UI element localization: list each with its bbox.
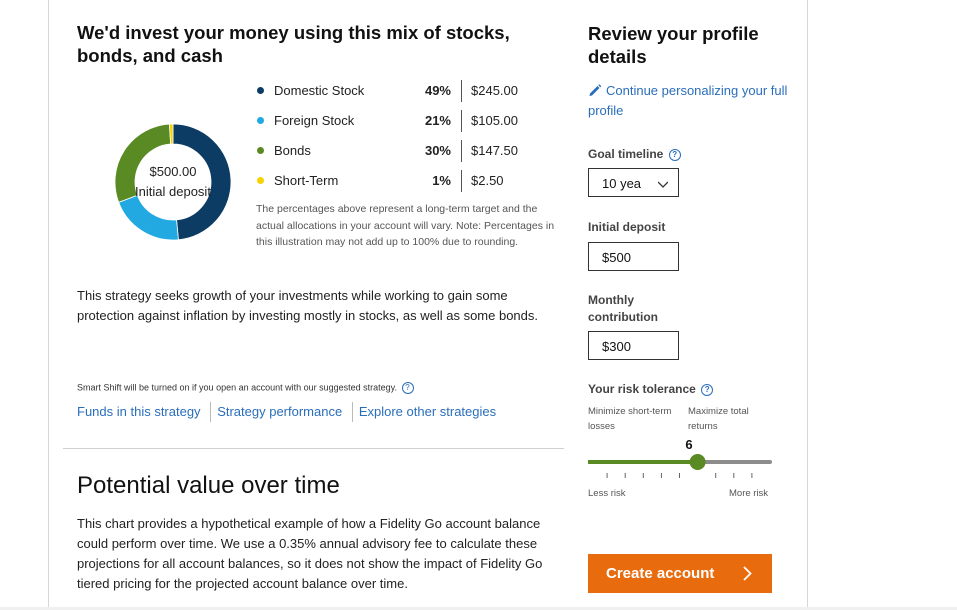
goal-timeline-label: Goal timeline ? xyxy=(588,146,681,163)
risk-min-label: Minimize short-term losses xyxy=(588,406,672,432)
less-risk-label: Less risk xyxy=(588,488,626,499)
potential-value-description: This chart provides a hypothetical examp… xyxy=(77,516,543,591)
risk-tolerance-label: Your risk tolerance ? xyxy=(588,381,714,398)
potential-value-title: Potential value over time xyxy=(77,472,340,499)
legend-row-bonds: Bonds 30% $147.50 xyxy=(255,140,575,170)
pencil-icon xyxy=(589,84,602,96)
risk-tolerance-text: Your risk tolerance xyxy=(588,382,696,396)
chevron-down-icon xyxy=(658,181,668,188)
smart-shift-text: Smart Shift will be turned on if you ope… xyxy=(77,382,398,393)
section-divider xyxy=(63,448,564,449)
monthly-contribution-label: Monthly contribution xyxy=(588,293,658,324)
strategy-performance-link[interactable]: Strategy performance xyxy=(210,402,348,422)
legend-row-domestic-stock: Domestic Stock 49% $245.00 xyxy=(255,80,575,110)
domestic-stock-dot xyxy=(257,87,264,94)
legend-amount: $105.00 xyxy=(471,113,518,128)
goal-timeline-select[interactable]: 10 yea xyxy=(588,168,679,197)
legend-amount: $2.50 xyxy=(471,173,504,188)
risk-value: 6 xyxy=(685,437,693,452)
funds-in-strategy-link[interactable]: Funds in this strategy xyxy=(77,402,207,422)
continue-personalizing-link[interactable]: Continue personalizing your full profile xyxy=(588,81,788,121)
allocation-note: The percentages above represent a long-t… xyxy=(256,203,555,248)
legend-name: Bonds xyxy=(274,143,311,158)
profile-title: Review your profile details xyxy=(588,23,759,67)
explore-strategies-link[interactable]: Explore other strategies xyxy=(351,402,502,422)
goal-timeline-value: 10 yea xyxy=(602,176,642,191)
smart-shift-notice: Smart Shift will be turned on if you ope… xyxy=(77,382,414,394)
create-account-label: Create account xyxy=(606,565,715,582)
initial-deposit-label: Initial deposit xyxy=(588,220,666,234)
strategy-description: This strategy seeks growth of your inves… xyxy=(77,288,539,323)
legend-row-short-term: Short-Term 1% $2.50 xyxy=(255,170,575,200)
short-term-dot xyxy=(257,177,264,184)
risk-tolerance-slider[interactable] xyxy=(588,454,772,484)
legend-percent: 49% xyxy=(424,83,451,98)
more-risk-label: More risk xyxy=(729,488,769,499)
create-account-button[interactable]: Create account xyxy=(588,554,772,593)
legend-amount: $147.50 xyxy=(471,143,518,158)
mix-title: We'd invest your money using this mix of… xyxy=(77,22,510,66)
legend-separator xyxy=(461,170,462,192)
legend-percent: 21% xyxy=(424,113,451,128)
donut-center-caption: Initial deposit xyxy=(135,184,211,199)
legend-amount: $245.00 xyxy=(471,83,518,98)
legend-separator xyxy=(461,140,462,162)
legend-percent: 30% xyxy=(424,143,451,158)
monthly-contribution-input[interactable]: $300 xyxy=(588,331,679,360)
chevron-right-icon xyxy=(743,566,752,581)
legend-name: Short-Term xyxy=(274,173,339,188)
initial-deposit-input[interactable]: $500 xyxy=(588,242,679,271)
donut-center-label: $500.00 Initial deposit xyxy=(103,162,243,202)
risk-max-label: Maximize total returns xyxy=(688,406,749,432)
foreign-stock-dot xyxy=(257,117,264,124)
content-right-border xyxy=(807,0,808,610)
content-left-border xyxy=(48,0,49,610)
legend-row-foreign-stock: Foreign Stock 21% $105.00 xyxy=(255,110,575,140)
slider-knob[interactable] xyxy=(689,454,706,470)
legend-name: Domestic Stock xyxy=(274,83,365,98)
continue-link-text: Continue personalizing your full profile xyxy=(588,83,788,118)
strategy-links: Funds in this strategy Strategy performa… xyxy=(77,402,502,422)
legend-name: Foreign Stock xyxy=(274,113,355,128)
bonds-dot xyxy=(257,147,264,154)
donut-slice-foreign-stock xyxy=(118,194,179,241)
help-icon[interactable]: ? xyxy=(668,148,681,161)
goal-timeline-text: Goal timeline xyxy=(588,147,664,161)
help-icon[interactable]: ? xyxy=(701,383,714,396)
donut-center-amount: $500.00 xyxy=(149,164,197,179)
allocation-legend: Domestic Stock 49% $245.00 Foreign Stock… xyxy=(255,80,575,200)
help-icon[interactable]: ? xyxy=(401,382,414,394)
legend-separator xyxy=(461,110,462,132)
legend-separator xyxy=(461,80,462,102)
legend-percent: 1% xyxy=(432,173,451,188)
